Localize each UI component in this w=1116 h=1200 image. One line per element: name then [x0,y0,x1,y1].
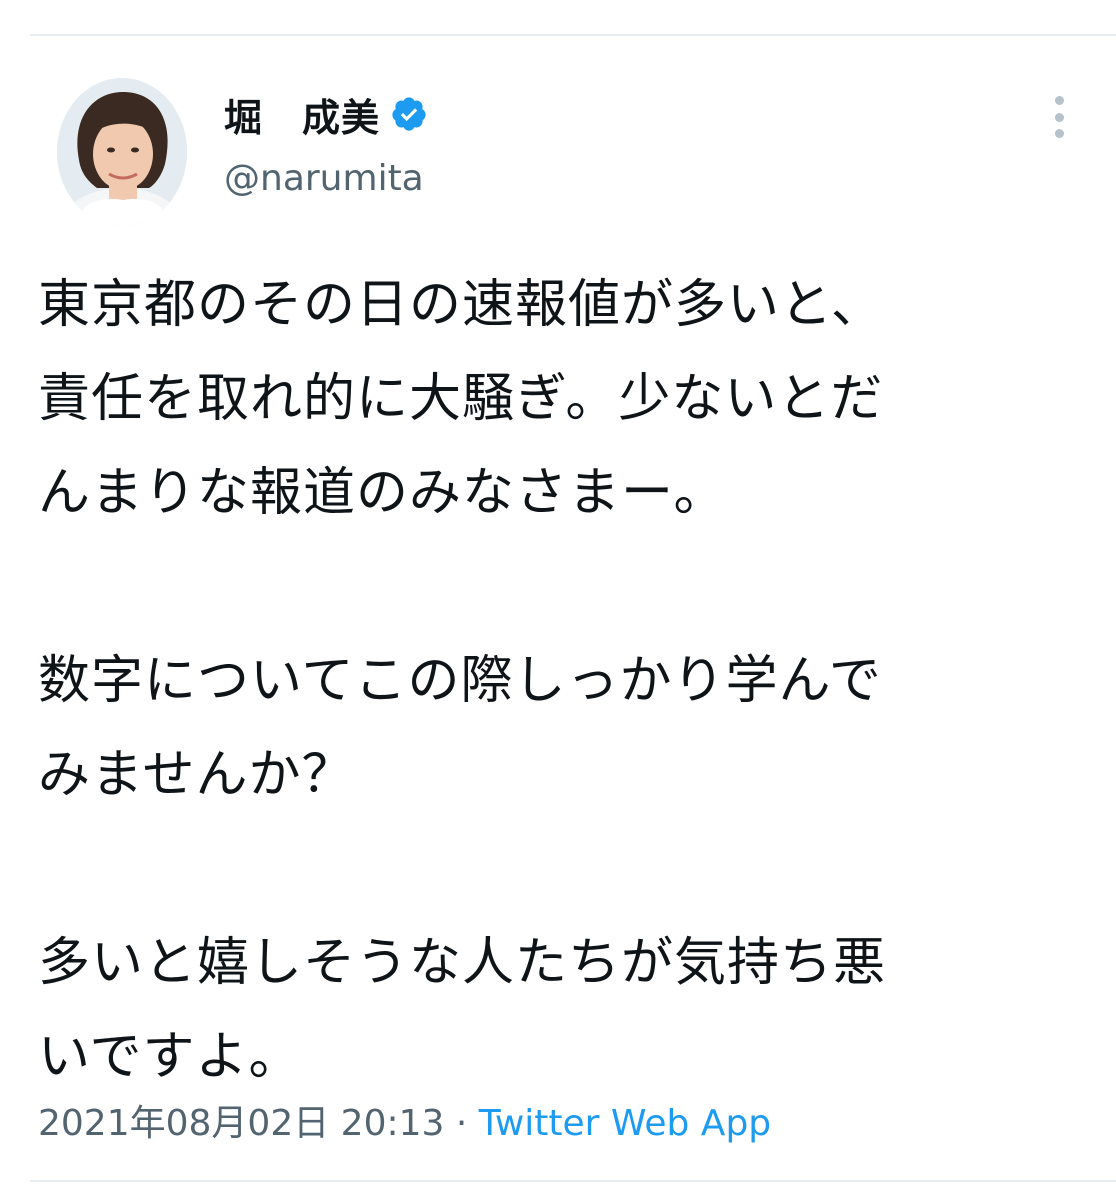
bottom-divider [30,1180,1116,1182]
tweet-text: 東京都のその日の速報値が多いと、 責任を取れ的に大騒ぎ。少ないとだ んまりな報道… [38,258,1098,1104]
tweet-line: いですよ。 [38,1027,302,1087]
tweet-line: 多いと嬉しそうな人たちが気持ち悪 [38,933,887,993]
avatar-image [57,78,187,226]
more-dot [1054,96,1064,105]
more-dot [1054,129,1064,138]
avatar[interactable] [57,78,187,226]
tweet-card: 堀 成美 @narumita 東京都のその日の速報値が多いと、 責任を取れ的に大… [0,0,1116,1200]
tweet-line: 責任を取れ的に大騒ぎ。少ないとだ [38,369,884,429]
source-app-link[interactable]: Twitter Web App [479,1103,771,1144]
meta-separator: · [444,1103,479,1144]
tweet-timestamp[interactable]: 2021年08月02日 20:13 [38,1103,444,1144]
tweet-line: 数字についてこの際しっかり学んで [38,651,882,711]
tweet-meta: 2021年08月02日 20:13 · Twitter Web App [38,1094,771,1146]
display-name[interactable]: 堀 成美 [224,87,380,142]
author-handle[interactable]: @narumita [224,158,424,199]
top-divider [30,34,1116,36]
tweet-line: んまりな報道のみなさまー。 [38,463,727,523]
more-vertical-icon[interactable] [1046,96,1072,138]
tweet-line: 東京都のその日の速報値が多いと、 [38,275,884,335]
tweet-line: みませんか？ [38,745,355,805]
more-dot [1054,112,1064,122]
verified-badge-icon [390,95,428,133]
author-name-row[interactable]: 堀 成美 [224,88,428,140]
